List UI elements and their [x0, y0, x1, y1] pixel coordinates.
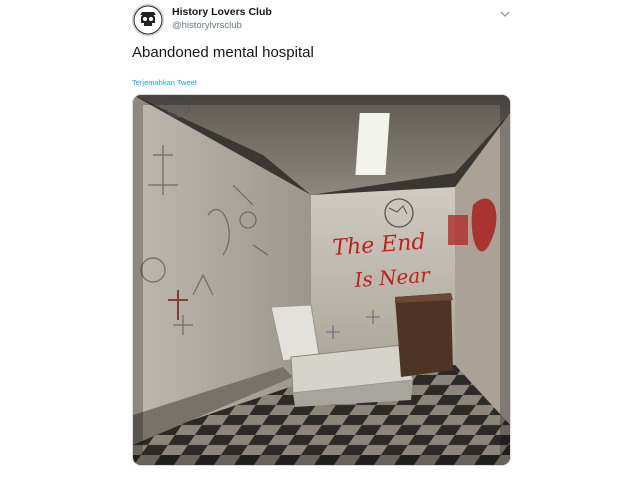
author-display-name[interactable]: History Lovers Club — [172, 6, 272, 18]
author-handle[interactable]: @historylvrsclub — [172, 20, 242, 31]
author-avatar[interactable] — [132, 4, 164, 36]
abandoned-room-photo: The End Is Near — [133, 95, 510, 465]
chevron-down-icon — [500, 11, 510, 17]
skull-logo-icon — [133, 5, 163, 35]
tweet-menu-button[interactable] — [499, 6, 511, 17]
translate-tweet-link[interactable]: Terjemahkan Tweet — [132, 78, 197, 87]
tweet-media-photo[interactable]: The End Is Near — [132, 94, 511, 466]
tweet-text: Abandoned mental hospital — [132, 44, 314, 61]
